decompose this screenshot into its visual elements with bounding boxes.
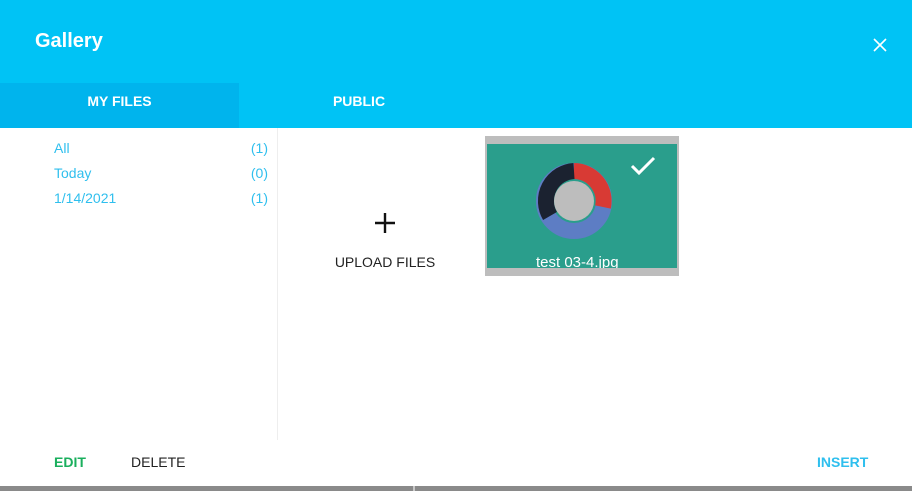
checkmark-icon	[630, 156, 656, 176]
filter-label: Today	[54, 165, 92, 181]
filter-item-today[interactable]: Today (0)	[54, 165, 268, 185]
bottom-scrollbar	[0, 486, 912, 491]
insert-button[interactable]: INSERT	[817, 454, 868, 470]
dialog-header: Gallery	[0, 0, 912, 83]
filter-item-date[interactable]: 1/14/2021 (1)	[54, 190, 268, 210]
thumbnail-image: test 03-4.jpg	[487, 144, 677, 268]
date-filter-sidebar: All (1) Today (0) 1/14/2021 (1)	[0, 128, 278, 440]
scrollbar-divider	[413, 486, 415, 491]
plus-icon	[375, 213, 395, 233]
edit-button[interactable]: EDIT	[54, 454, 86, 470]
tab-bar: MY FILES PUBLIC	[0, 83, 912, 128]
tab-public[interactable]: PUBLIC	[239, 83, 479, 128]
file-name: test 03-4.jpg	[536, 254, 619, 268]
tab-my-files[interactable]: MY FILES	[0, 83, 239, 128]
dialog-title: Gallery	[35, 30, 103, 52]
file-thumbnail[interactable]: test 03-4.jpg	[485, 136, 679, 276]
upload-label: UPLOAD FILES	[334, 254, 436, 270]
filter-item-all[interactable]: All (1)	[54, 140, 268, 160]
upload-files-button[interactable]: UPLOAD FILES	[320, 200, 450, 280]
close-button[interactable]	[866, 34, 894, 56]
filter-label: 1/14/2021	[54, 190, 117, 206]
filter-label: All	[54, 140, 70, 156]
filter-count: (1)	[250, 140, 268, 156]
close-icon	[873, 38, 887, 52]
delete-button[interactable]: DELETE	[131, 454, 185, 470]
filter-count: (0)	[250, 165, 268, 181]
filter-count: (1)	[250, 190, 268, 206]
